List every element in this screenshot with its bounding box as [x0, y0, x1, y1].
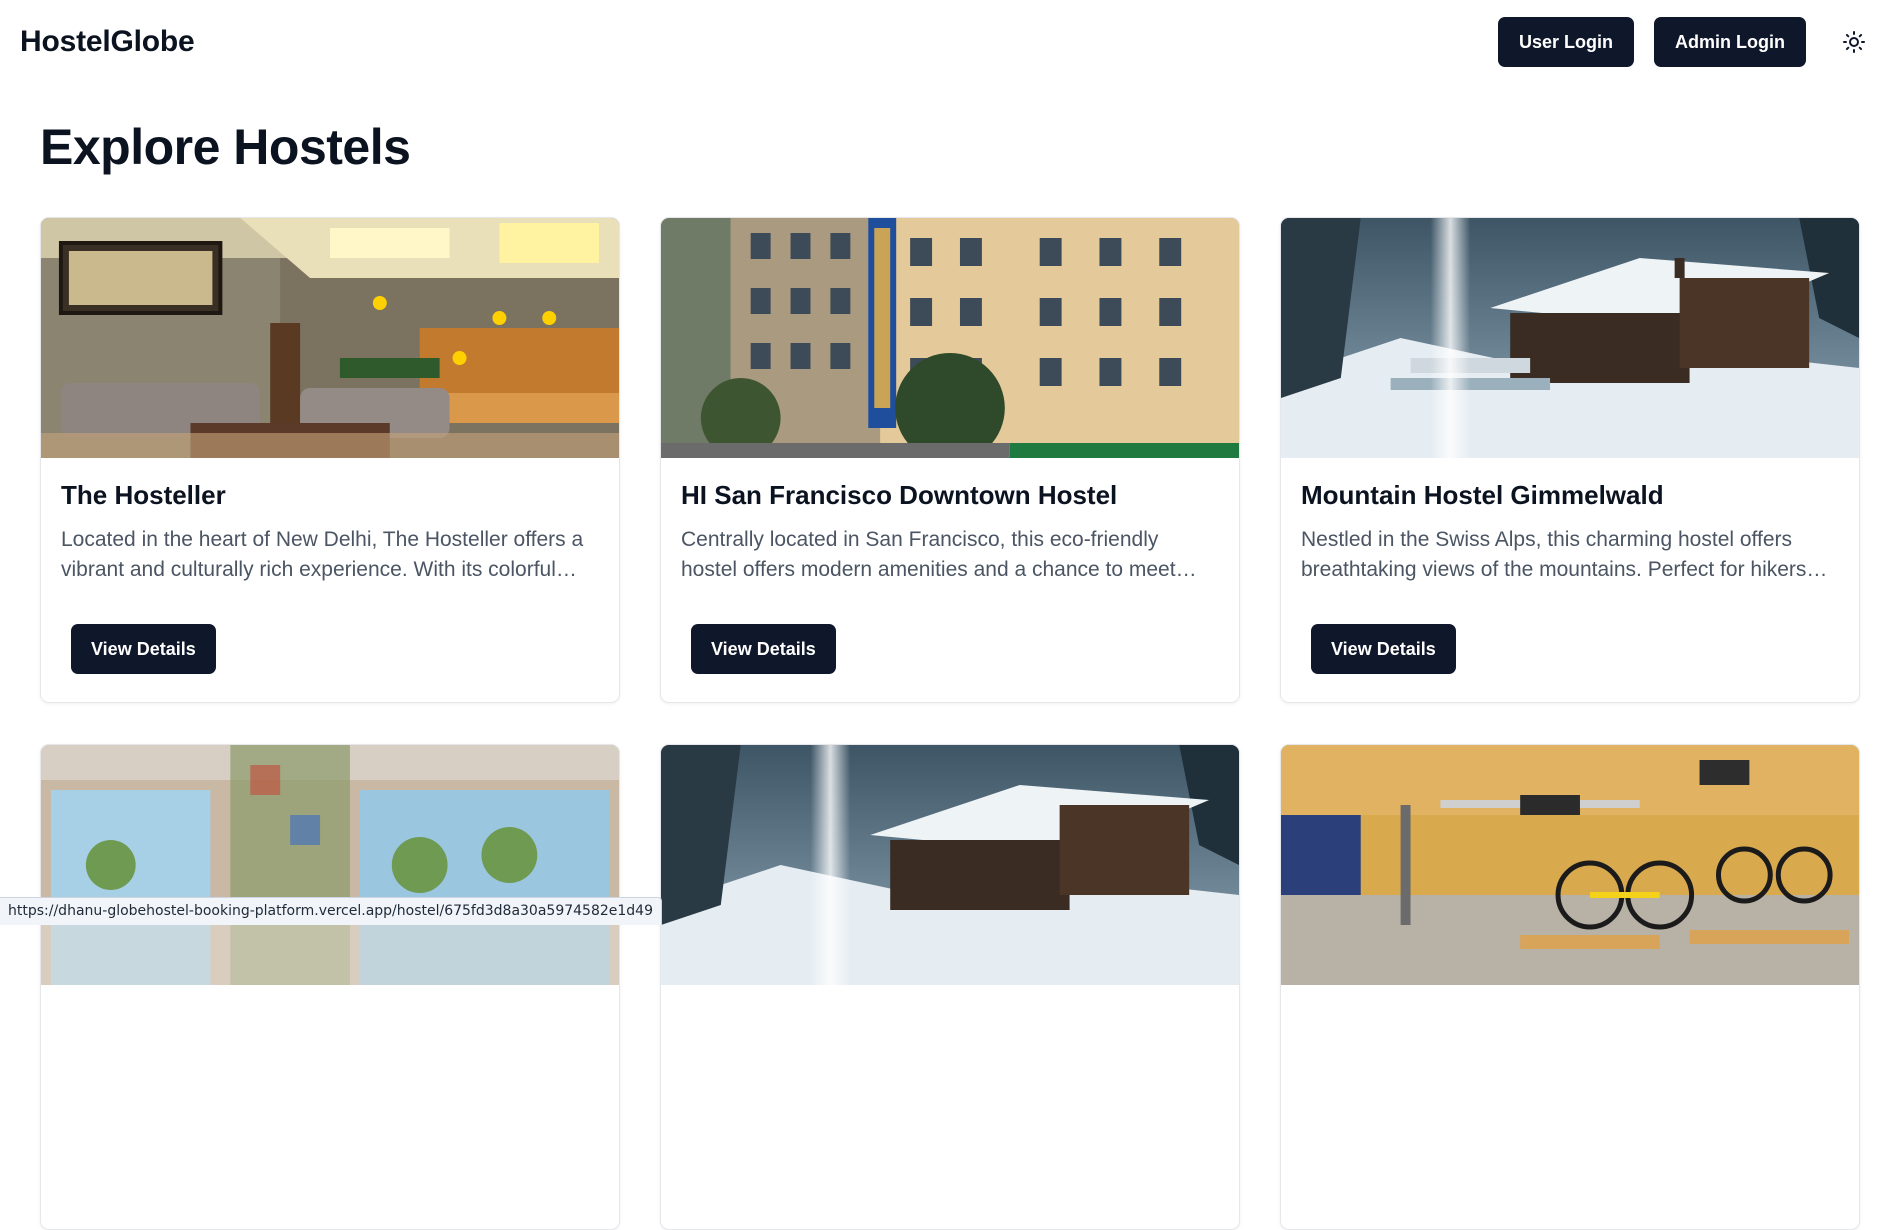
hostel-image[interactable] [1281, 218, 1859, 458]
admin-login-button[interactable]: Admin Login [1654, 17, 1806, 67]
hostel-card [660, 744, 1240, 1230]
hostel-image[interactable] [41, 218, 619, 458]
status-bar-url: https://dhanu-globehostel-booking-platfo… [0, 897, 662, 925]
hostel-image[interactable] [1281, 745, 1859, 985]
hostel-name: HI San Francisco Downtown Hostel [681, 480, 1219, 511]
user-login-button[interactable]: User Login [1498, 17, 1634, 67]
hostel-card [40, 744, 620, 1230]
hostel-grid: The Hosteller Located in the heart of Ne… [40, 217, 1860, 1230]
brand-logo[interactable]: HostelGlobe [20, 25, 195, 59]
navbar-actions: User Login Admin Login [1498, 17, 1876, 67]
page-title: Explore Hostels [40, 118, 410, 176]
theme-toggle-button[interactable] [1832, 20, 1876, 64]
hostel-description: Centrally located in San Francisco, this… [681, 525, 1219, 585]
hostel-card [1280, 744, 1860, 1230]
hostel-image[interactable] [661, 745, 1239, 985]
top-navbar: HostelGlobe User Login Admin Login [0, 0, 1896, 84]
hostel-image[interactable] [41, 745, 619, 985]
hostel-description: Nestled in the Swiss Alps, this charming… [1301, 525, 1839, 585]
hostel-image[interactable] [661, 218, 1239, 458]
hostel-card: Mountain Hostel Gimmelwald Nestled in th… [1280, 217, 1860, 703]
hostel-card: HI San Francisco Downtown Hostel Central… [660, 217, 1240, 703]
hostel-description: Located in the heart of New Delhi, The H… [61, 525, 599, 585]
view-details-button[interactable]: View Details [71, 624, 216, 674]
hostel-name: Mountain Hostel Gimmelwald [1301, 480, 1839, 511]
hostel-name: The Hosteller [61, 480, 599, 511]
view-details-button[interactable]: View Details [1311, 624, 1456, 674]
sun-icon [1842, 30, 1866, 54]
hostel-card: The Hosteller Located in the heart of Ne… [40, 217, 620, 703]
view-details-button[interactable]: View Details [691, 624, 836, 674]
